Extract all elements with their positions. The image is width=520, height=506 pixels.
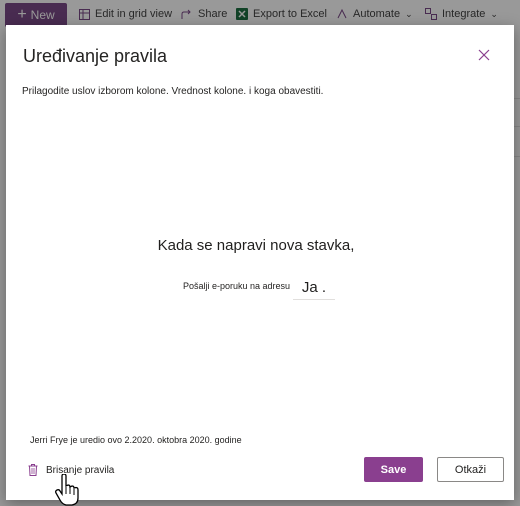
background-divider	[514, 98, 520, 99]
trash-icon	[28, 464, 38, 476]
save-button[interactable]: Save	[364, 457, 423, 482]
dialog-title: Uređivanje pravila	[23, 46, 168, 66]
edit-rule-dialog: Uređivanje pravila Prilagodite uslov izb…	[6, 25, 514, 500]
edited-info: Jerri Frye je uredio ovo 2.2020. oktobra…	[30, 435, 242, 445]
hand-cursor-icon	[55, 474, 79, 506]
action-label: Pošalji e-poruku na adresu	[183, 281, 291, 291]
recipient-picker[interactable]: Ja .	[293, 277, 335, 300]
background-divider	[514, 156, 520, 157]
close-icon[interactable]	[476, 47, 492, 63]
rule-condition: Kada se napravi nova stavka,	[157, 237, 355, 254]
dialog-subtitle: Prilagodite uslov izborom kolone. Vredno…	[22, 86, 324, 97]
cancel-button[interactable]: Otkaži	[437, 457, 504, 482]
background-divider	[514, 126, 520, 127]
